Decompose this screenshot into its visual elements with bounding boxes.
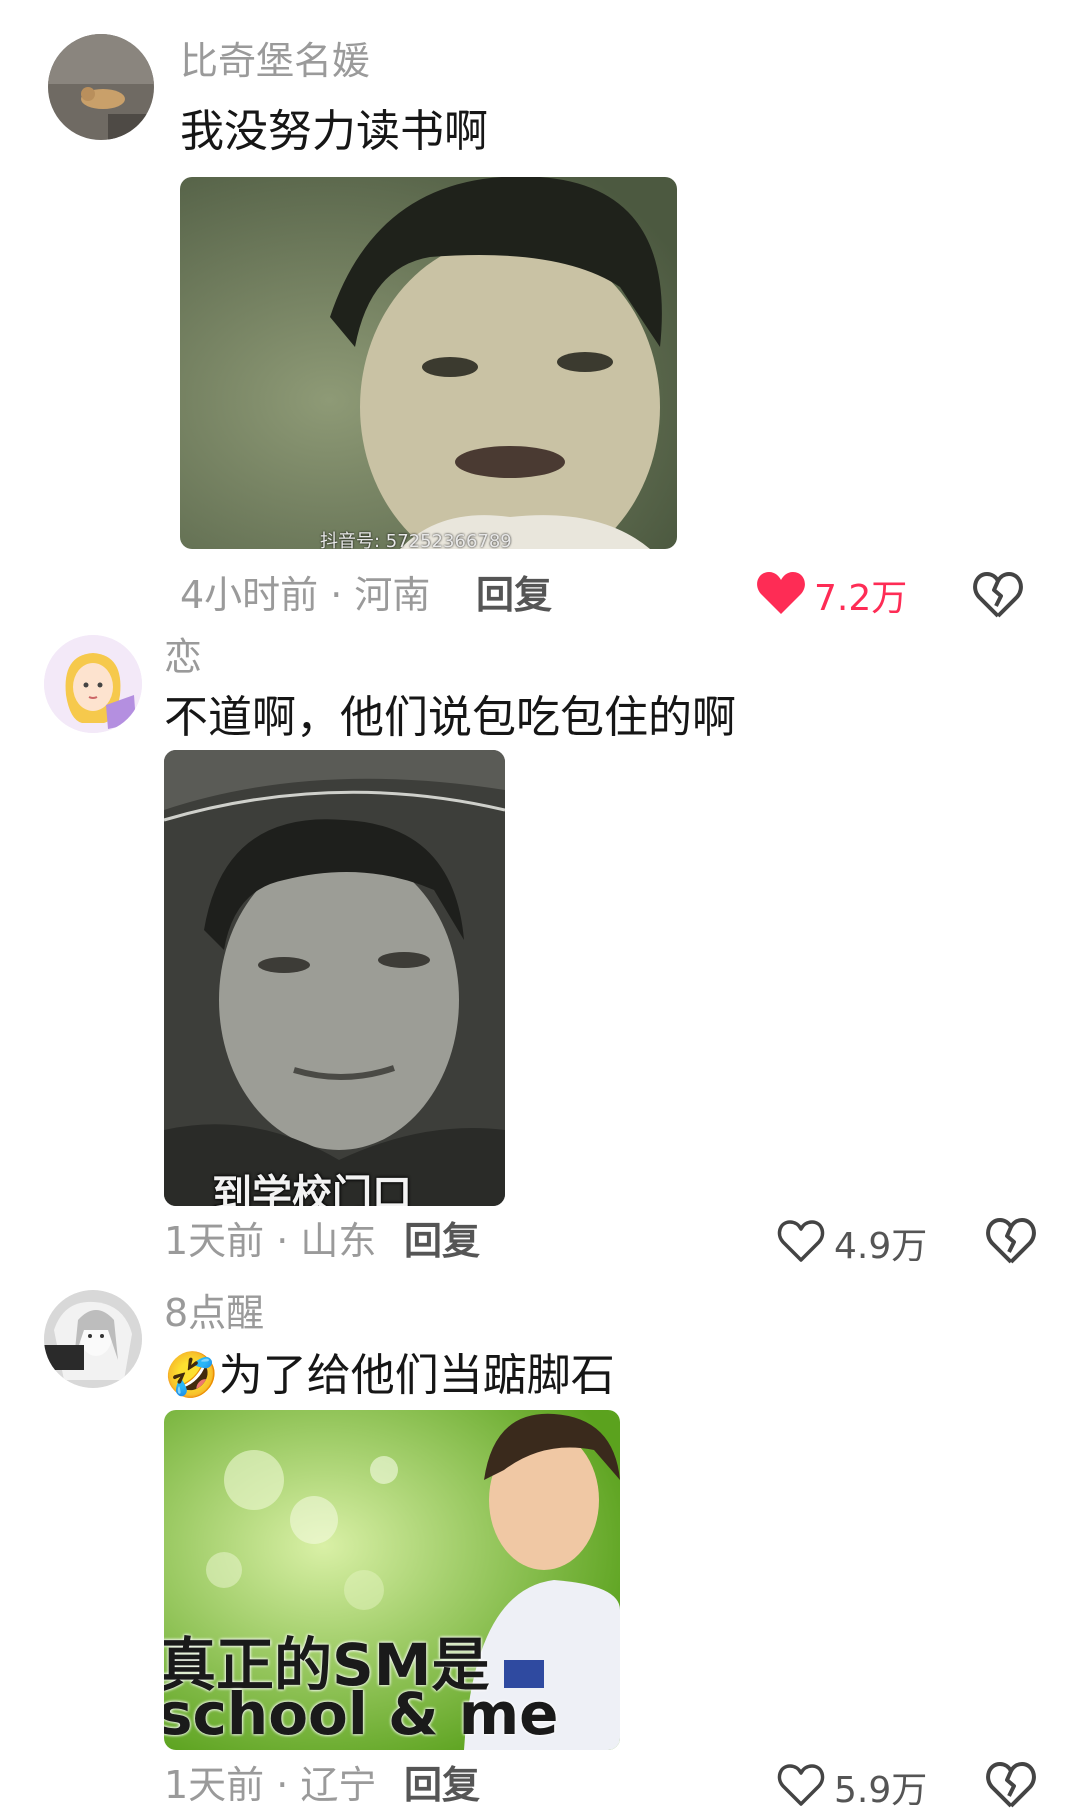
meme-image[interactable]: 真正的SM是 school & me xyxy=(164,1410,620,1750)
laughing-emoji: 🤣 xyxy=(164,1350,219,1401)
comment-item: 8点醒 🤣为了给他们当踮脚石 真正的SM是 school & me 1天前 · … xyxy=(0,0,1080,1817)
avatar[interactable] xyxy=(44,1290,142,1388)
username[interactable]: 8点醒 xyxy=(164,1290,264,1336)
like-button[interactable]: 5.9万 xyxy=(776,1762,927,1820)
comment-text: 🤣为了给他们当踮脚石 xyxy=(164,1348,615,1404)
reply-button[interactable]: 回复 xyxy=(404,1762,480,1808)
comment-text-body: 为了给他们当踮脚石 xyxy=(218,1350,615,1401)
broken-heart-icon[interactable] xyxy=(985,1760,1037,1810)
comment-time-location: 1天前 · 辽宁 xyxy=(164,1763,377,1807)
like-count: 5.9万 xyxy=(834,1770,928,1811)
image-caption: school & me xyxy=(164,1680,559,1748)
heart-outline-icon xyxy=(776,1762,826,1820)
